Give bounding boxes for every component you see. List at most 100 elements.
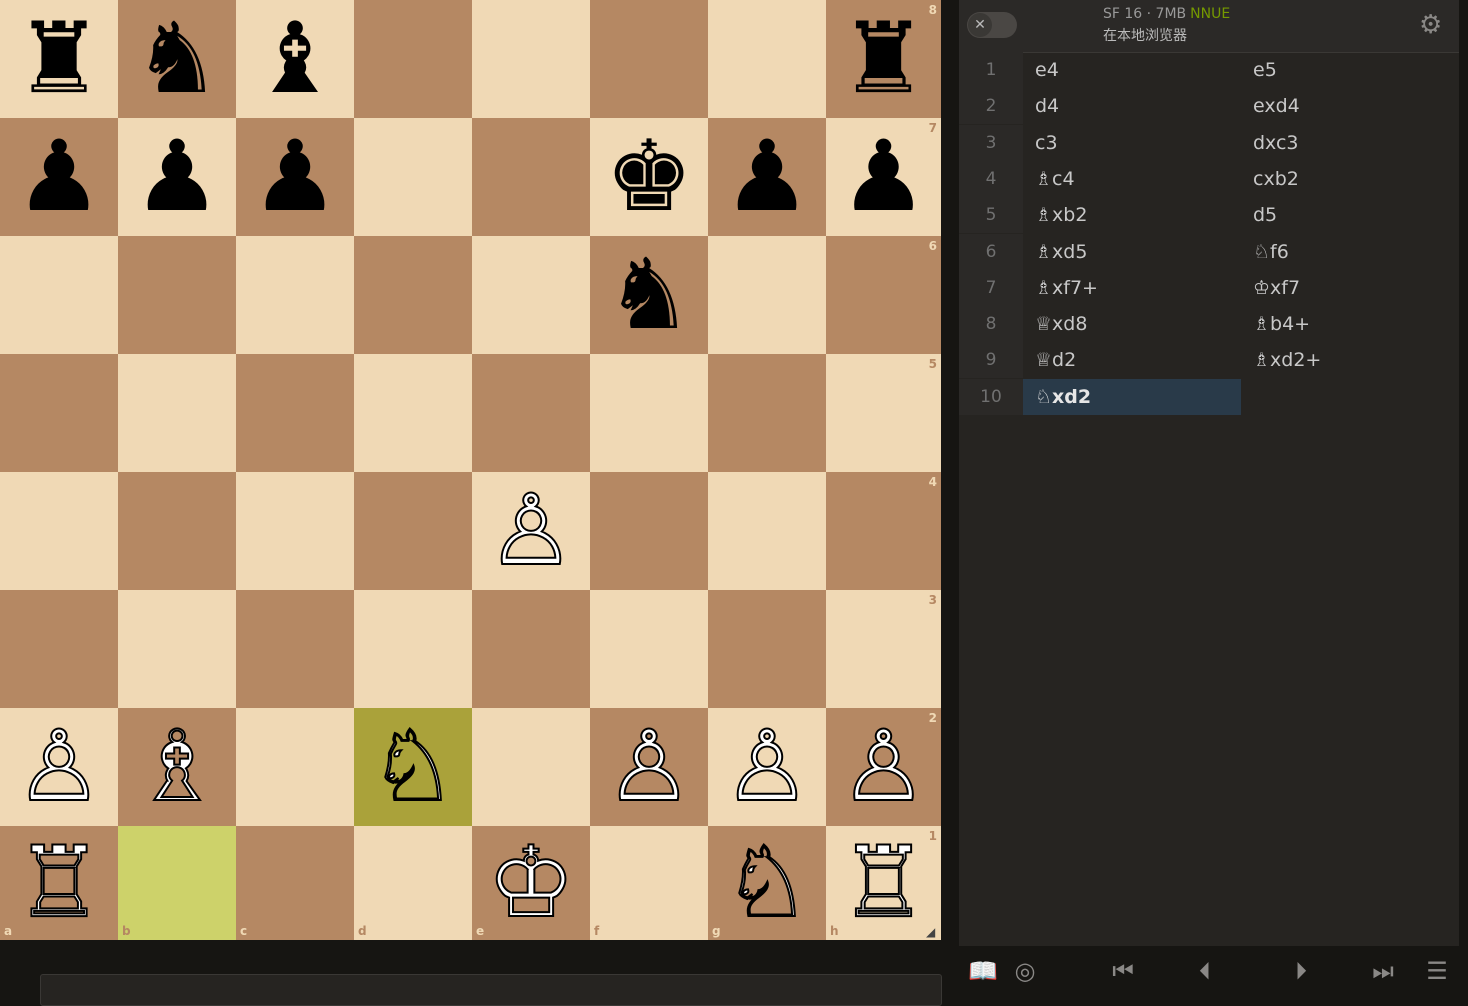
black-rook-h8[interactable]: ♜ <box>840 10 928 108</box>
white-move[interactable]: d4 <box>1023 88 1241 124</box>
last-move-icon[interactable]: ⏭ <box>1363 950 1403 992</box>
gear-icon[interactable]: ⚙ <box>1419 10 1442 40</box>
white-pawn-f2[interactable]: ♙ <box>604 717 694 817</box>
square-a2[interactable]: ♙ <box>0 708 118 826</box>
square-f1[interactable]: f <box>590 826 708 940</box>
white-bishop-b2[interactable]: ♗ <box>132 717 222 817</box>
white-move[interactable]: e4 <box>1023 52 1241 88</box>
white-rook-a1[interactable]: ♖ <box>14 833 104 933</box>
black-move[interactable]: ♗xd2+ <box>1241 342 1459 378</box>
square-d6[interactable] <box>354 236 472 354</box>
white-king-e1[interactable]: ♔ <box>486 833 576 933</box>
square-b4[interactable] <box>118 472 236 590</box>
square-f8[interactable] <box>590 0 708 118</box>
white-move[interactable]: ♗c4 <box>1023 161 1241 197</box>
square-h8[interactable]: ♜ 8 <box>826 0 941 118</box>
black-pawn-a7[interactable]: ♟ <box>15 128 103 226</box>
square-a5[interactable] <box>0 354 118 472</box>
square-b7[interactable]: ♟ <box>118 118 236 236</box>
square-c8[interactable]: ♝ <box>236 0 354 118</box>
square-e3[interactable] <box>472 590 590 708</box>
square-g8[interactable] <box>708 0 826 118</box>
white-pawn-e4[interactable]: ♙ <box>486 481 576 581</box>
square-e6[interactable] <box>472 236 590 354</box>
square-a7[interactable]: ♟ <box>0 118 118 236</box>
square-g3[interactable] <box>708 590 826 708</box>
square-b1[interactable]: b <box>118 826 236 940</box>
square-h3[interactable]: 3 <box>826 590 941 708</box>
board-resize-icon[interactable]: ◢ <box>926 925 938 939</box>
square-h7[interactable]: ♟ 7 <box>826 118 941 236</box>
white-pawn-g2[interactable]: ♙ <box>722 717 812 817</box>
black-bishop-c8[interactable]: ♝ <box>251 10 339 108</box>
previous-move-icon[interactable]: ⏴ <box>1185 950 1225 992</box>
white-rook-h1[interactable]: ♖ <box>839 833 929 933</box>
menu-icon[interactable]: ☰ <box>1417 950 1457 992</box>
next-move-icon[interactable]: ⏵ <box>1281 950 1321 992</box>
white-knight-d2[interactable]: ♘ <box>368 717 458 817</box>
square-c1[interactable]: c <box>236 826 354 940</box>
white-move[interactable]: ♗xf7+ <box>1023 270 1241 306</box>
square-a8[interactable]: ♜ <box>0 0 118 118</box>
square-f5[interactable] <box>590 354 708 472</box>
black-pawn-g7[interactable]: ♟ <box>723 128 811 226</box>
square-f4[interactable] <box>590 472 708 590</box>
black-knight-f6[interactable]: ♞ <box>605 246 693 344</box>
black-move[interactable]: e5 <box>1241 52 1459 88</box>
white-move[interactable]: ♗xd5 <box>1023 234 1241 270</box>
black-move[interactable]: ♗b4+ <box>1241 306 1459 342</box>
black-move[interactable]: ♔xf7 <box>1241 270 1459 306</box>
square-c2[interactable] <box>236 708 354 826</box>
square-b2[interactable]: ♗ <box>118 708 236 826</box>
square-b5[interactable] <box>118 354 236 472</box>
black-pawn-h7[interactable]: ♟ <box>840 128 928 226</box>
square-a3[interactable] <box>0 590 118 708</box>
square-f6[interactable]: ♞ <box>590 236 708 354</box>
opening-book-icon[interactable]: 📖 <box>963 950 1003 992</box>
black-move[interactable]: d5 <box>1241 197 1459 233</box>
square-d8[interactable] <box>354 0 472 118</box>
square-h5[interactable]: 5 <box>826 354 941 472</box>
black-knight-b8[interactable]: ♞ <box>133 10 221 108</box>
square-e2[interactable] <box>472 708 590 826</box>
square-c5[interactable] <box>236 354 354 472</box>
square-c7[interactable]: ♟ <box>236 118 354 236</box>
square-e4[interactable]: ♙ <box>472 472 590 590</box>
white-move[interactable]: c3 <box>1023 125 1241 161</box>
engine-toggle[interactable]: ✕ <box>967 12 1017 38</box>
square-b3[interactable] <box>118 590 236 708</box>
white-move[interactable]: ♕d2 <box>1023 342 1241 378</box>
square-e1[interactable]: ♔ e <box>472 826 590 940</box>
black-pawn-c7[interactable]: ♟ <box>251 128 339 226</box>
square-c4[interactable] <box>236 472 354 590</box>
square-b8[interactable]: ♞ <box>118 0 236 118</box>
chess-board[interactable]: ♜ ♞ ♝ ♜ 8 ♟ ♟ ♟ ♚ ♟ ♟ 7 ♞ 6 5 ♙ 4 3 ♙ ♗ ♘ ♙ ♙ ♙ 2 ♖ a b c d ♔ e f ♘ g ♖ 1 h <box>0 0 941 940</box>
square-g6[interactable] <box>708 236 826 354</box>
square-a1[interactable]: ♖ a <box>0 826 118 940</box>
black-move[interactable]: cxb2 <box>1241 161 1459 197</box>
white-pawn-h2[interactable]: ♙ <box>839 717 929 817</box>
square-d1[interactable]: d <box>354 826 472 940</box>
black-move[interactable]: dxc3 <box>1241 125 1459 161</box>
black-rook-a8[interactable]: ♜ <box>15 10 103 108</box>
square-e7[interactable] <box>472 118 590 236</box>
black-move[interactable]: exd4 <box>1241 88 1459 124</box>
square-f3[interactable] <box>590 590 708 708</box>
first-move-icon[interactable]: ⏮ <box>1103 950 1143 992</box>
square-h1[interactable]: ♖ 1 h <box>826 826 941 940</box>
black-pawn-b7[interactable]: ♟ <box>133 128 221 226</box>
square-g7[interactable]: ♟ <box>708 118 826 236</box>
square-b6[interactable] <box>118 236 236 354</box>
square-d5[interactable] <box>354 354 472 472</box>
square-h6[interactable]: 6 <box>826 236 941 354</box>
square-f2[interactable]: ♙ <box>590 708 708 826</box>
square-e8[interactable] <box>472 0 590 118</box>
square-h2[interactable]: ♙ 2 <box>826 708 941 826</box>
square-d7[interactable] <box>354 118 472 236</box>
square-c6[interactable] <box>236 236 354 354</box>
white-move[interactable]: ♗xb2 <box>1023 197 1241 233</box>
white-move[interactable]: ♘xd2 <box>1023 378 1241 415</box>
chat-input[interactable] <box>40 974 942 1006</box>
square-d2[interactable]: ♘ <box>354 708 472 826</box>
white-pawn-a2[interactable]: ♙ <box>14 717 104 817</box>
